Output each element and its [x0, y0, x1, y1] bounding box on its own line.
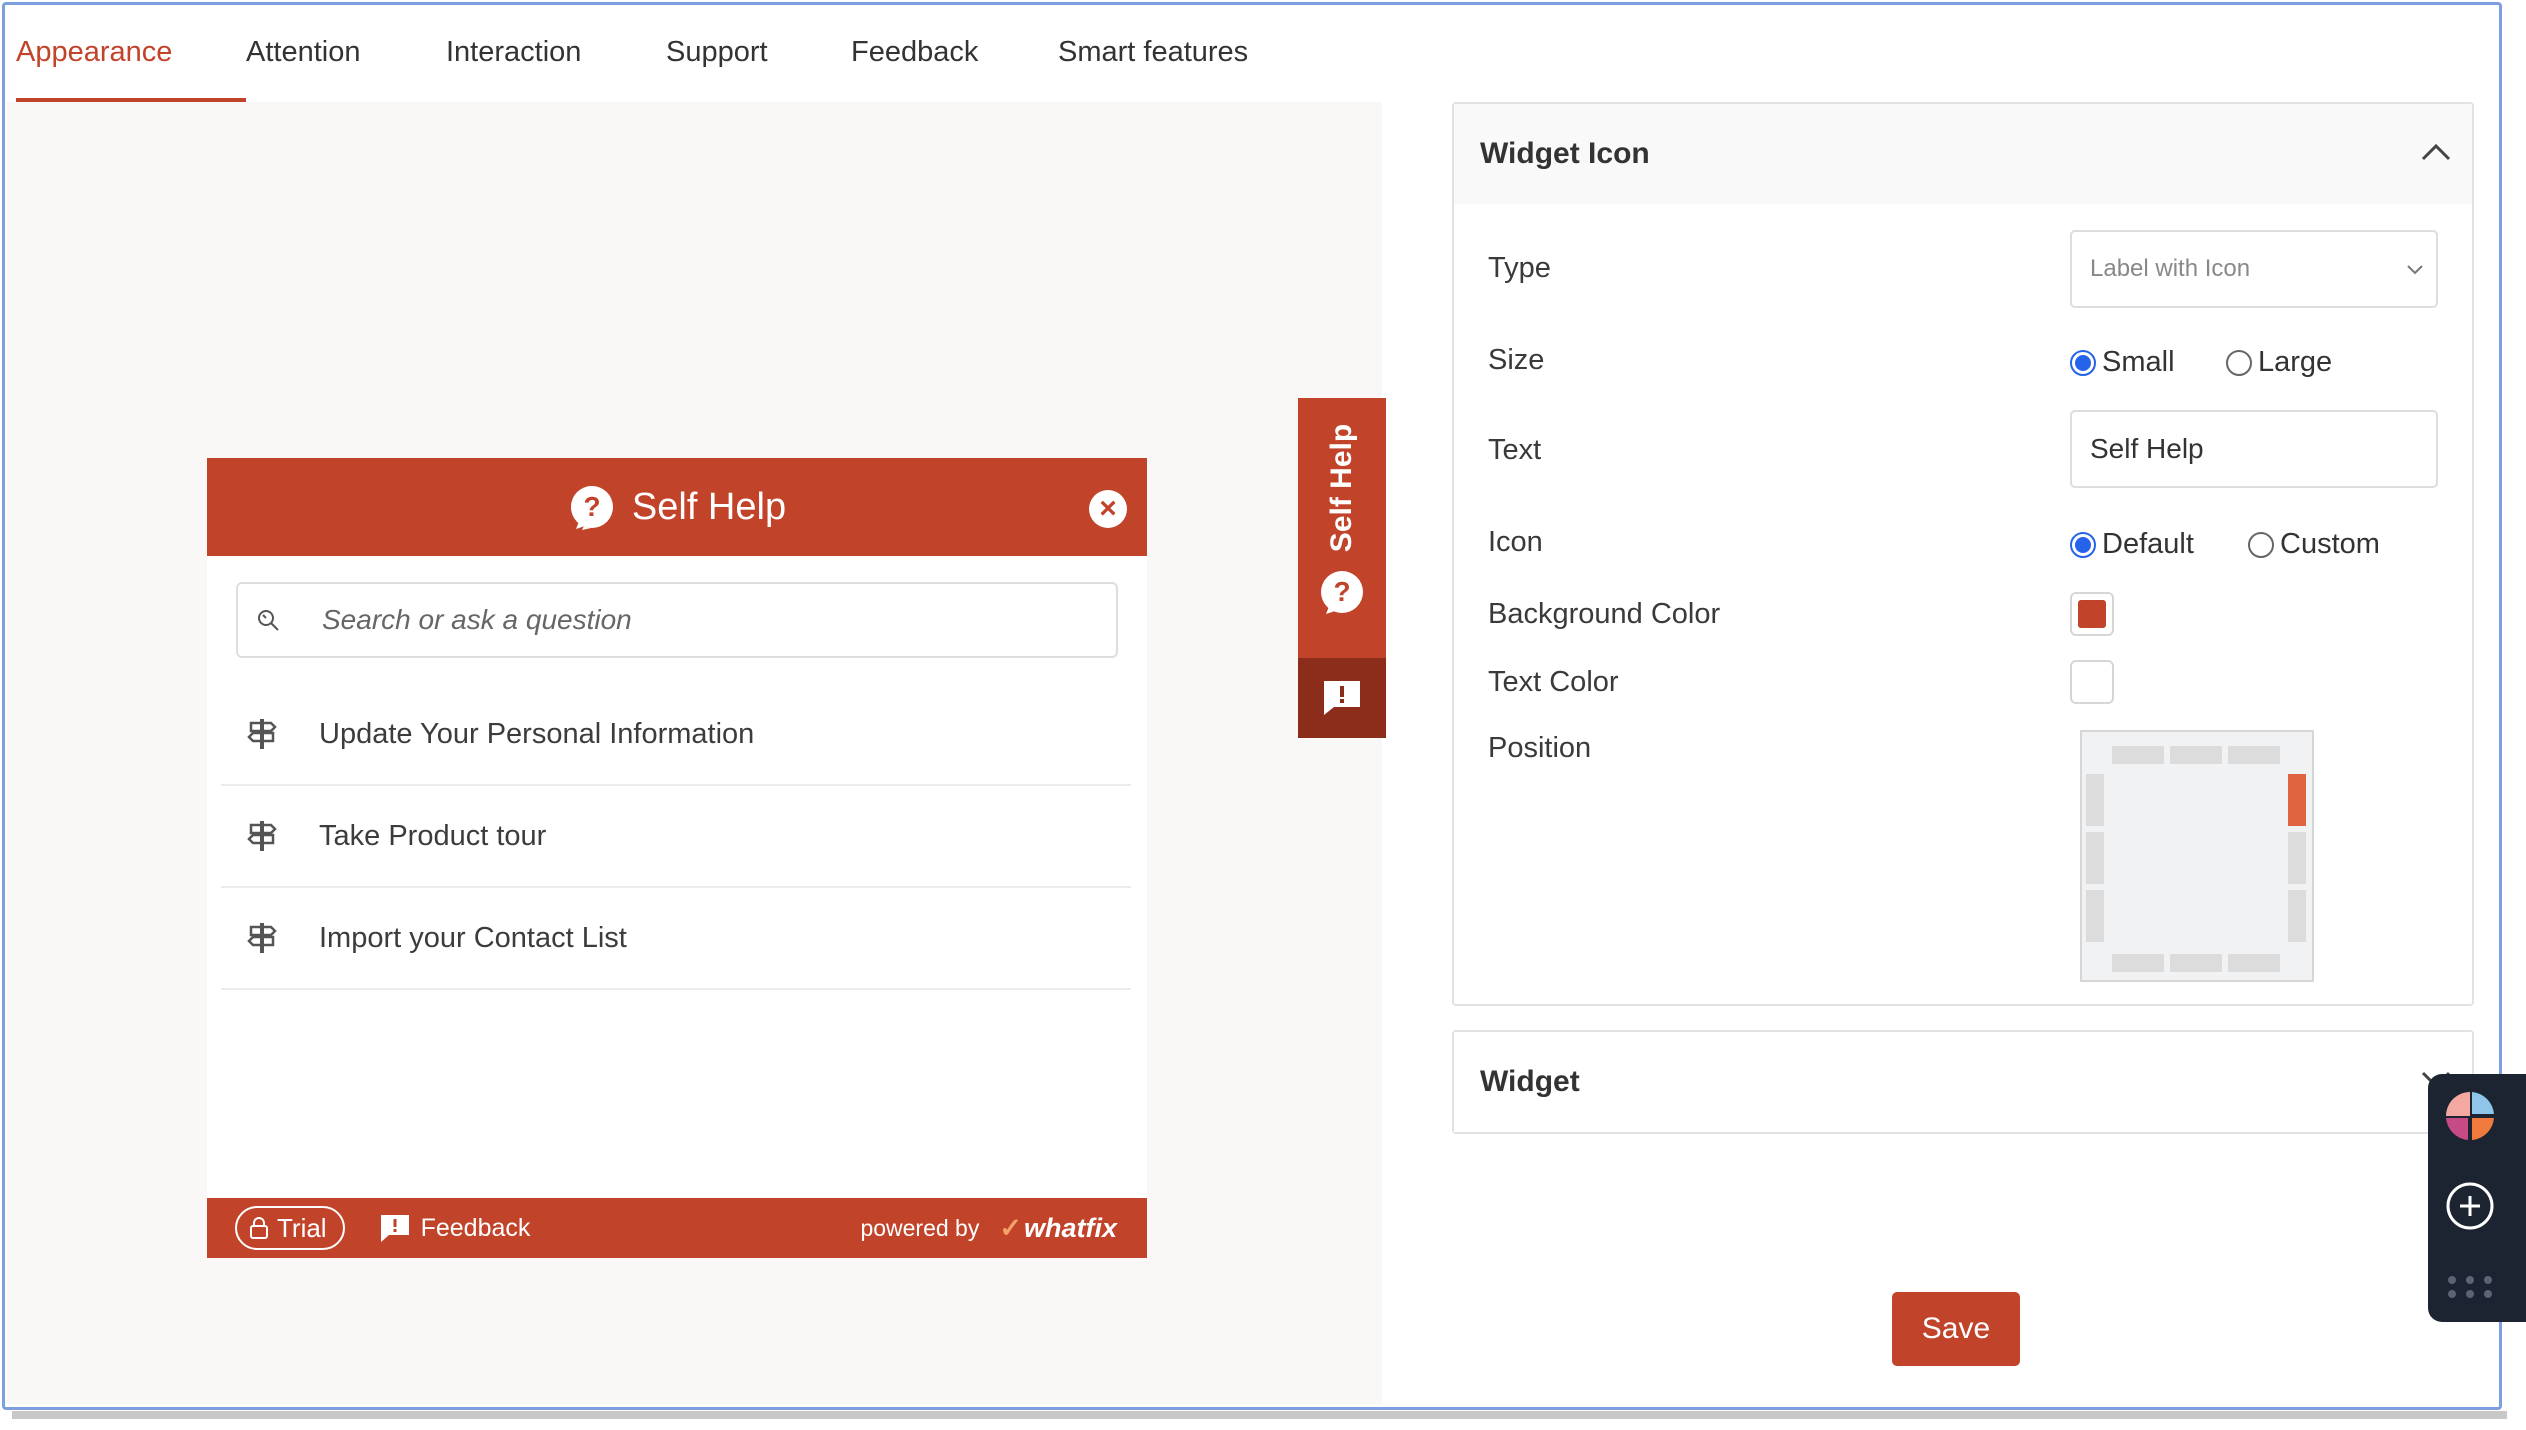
svg-text:?: ?: [583, 491, 600, 522]
section-title: Widget Icon: [1480, 137, 1650, 170]
list-item-label: Import your Contact List: [319, 921, 627, 954]
widget-icon-header[interactable]: Widget Icon: [1454, 104, 2472, 204]
self-help-list: Update Your Personal Information Take Pr…: [221, 684, 1131, 990]
position-left-bottom[interactable]: [2086, 890, 2104, 942]
radio-label: Custom: [2280, 528, 2380, 560]
position-label: Position: [1488, 732, 1592, 764]
feedback-link[interactable]: Feedback: [379, 1213, 531, 1243]
feedback-label: Feedback: [420, 1213, 531, 1242]
list-item[interactable]: Take Product tour: [221, 786, 1131, 888]
pie-chart-icon[interactable]: [2444, 1090, 2496, 1142]
position-picker: [2080, 730, 2314, 982]
text-label: Text: [1488, 434, 1542, 466]
position-right-middle[interactable]: [2288, 832, 2306, 884]
radio-label: Large: [2258, 346, 2333, 378]
self-help-footer: Trial Feedback powered by ✓ whatfix: [207, 1198, 1147, 1258]
radio-button[interactable]: [2070, 349, 2096, 376]
self-help-title: Self Help: [631, 485, 787, 528]
side-tab-label: Self Help: [1325, 423, 1358, 553]
list-item-label: Update Your Personal Information: [319, 717, 755, 750]
self-help-header: ? Self Help ×: [207, 458, 1147, 556]
lock-icon: [250, 1217, 268, 1239]
save-button[interactable]: Save: [1892, 1292, 2020, 1366]
position-left-top[interactable]: [2086, 774, 2104, 826]
tab-bar: Appearance Attention Interaction Support…: [16, 0, 1288, 104]
radio-button[interactable]: [2070, 531, 2096, 558]
search-icon: [258, 610, 279, 631]
radio-label: Default: [2102, 528, 2194, 560]
position-right-bottom[interactable]: [2288, 890, 2306, 942]
size-small-radio[interactable]: Small: [2070, 346, 2226, 379]
widget-header[interactable]: Widget: [1454, 1032, 2472, 1132]
type-label: Type: [1488, 252, 1551, 284]
tab-feedback[interactable]: Feedback: [851, 0, 1058, 104]
tab-attention[interactable]: Attention: [246, 0, 446, 104]
text-color-swatch[interactable]: [2070, 660, 2114, 704]
feedback-icon: [1324, 681, 1360, 715]
signpost-icon: [247, 821, 277, 851]
text-color-fill: [2078, 668, 2106, 696]
tab-appearance[interactable]: Appearance: [16, 0, 246, 104]
icon-label: Icon: [1488, 526, 1543, 558]
text-input[interactable]: Self Help: [2070, 410, 2438, 488]
tab-smart-features[interactable]: Smart features: [1058, 0, 1288, 104]
whatfix-logo: ✓ whatfix: [999, 1212, 1117, 1243]
self-help-side-tab[interactable]: Self Help ?: [1298, 398, 1386, 658]
help-bubble-icon: ?: [570, 486, 613, 530]
chevron-up-icon[interactable]: [2420, 142, 2452, 162]
position-right-top[interactable]: [2288, 774, 2306, 826]
position-bottom-right[interactable]: [2228, 954, 2280, 972]
position-left-middle[interactable]: [2086, 832, 2104, 884]
help-bubble-icon: ?: [1321, 571, 1363, 614]
radio-label: Small: [2102, 346, 2175, 378]
background-color-fill: [2078, 600, 2106, 628]
position-top-left[interactable]: [2112, 746, 2164, 764]
powered-by-text: powered by: [860, 1214, 980, 1241]
icon-radio-group: Default Custom: [2070, 528, 2380, 561]
signpost-icon: [247, 923, 277, 953]
trial-button[interactable]: Trial: [235, 1206, 345, 1250]
widget-preview-area: ? Self Help × Search or ask a question U…: [6, 102, 1386, 1404]
search-input[interactable]: [322, 604, 1082, 636]
widget-card: Widget: [1452, 1030, 2474, 1134]
close-icon[interactable]: ×: [1089, 490, 1127, 528]
feedback-icon: [380, 1215, 409, 1242]
tab-interaction[interactable]: Interaction: [446, 0, 666, 104]
svg-text:?: ?: [1333, 576, 1350, 607]
radio-button[interactable]: [2226, 349, 2252, 376]
tab-support[interactable]: Support: [666, 0, 851, 104]
background-color-swatch[interactable]: [2070, 592, 2114, 636]
floating-toolbar: [2428, 1074, 2526, 1322]
search-box: [236, 582, 1118, 658]
trial-label: Trial: [277, 1212, 327, 1243]
size-radio-group: Small Large: [2070, 346, 2332, 379]
list-item[interactable]: Import your Contact List: [221, 888, 1131, 990]
app-window: Appearance Attention Interaction Support…: [0, 0, 2526, 1430]
icon-custom-radio[interactable]: Custom: [2248, 528, 2380, 561]
drag-handle-icon[interactable]: [2442, 1272, 2498, 1302]
icon-default-radio[interactable]: Default: [2070, 528, 2248, 561]
size-large-radio[interactable]: Large: [2226, 346, 2332, 379]
size-label: Size: [1488, 344, 1545, 376]
add-circle-icon[interactable]: [2444, 1180, 2496, 1232]
text-color-label: Text Color: [1488, 666, 1619, 698]
window-shadow: [12, 1411, 2507, 1419]
powered-by: powered by ✓ whatfix: [860, 1213, 1117, 1244]
radio-button[interactable]: [2248, 531, 2274, 558]
position-bottom-center[interactable]: [2170, 954, 2222, 972]
widget-icon-card: Widget Icon Type Label with Icon Size Sm…: [1452, 102, 2474, 1006]
position-top-center[interactable]: [2170, 746, 2222, 764]
list-item-label: Take Product tour: [319, 819, 547, 852]
type-select[interactable]: Label with Icon: [2070, 230, 2438, 308]
chevron-down-icon: [2407, 265, 2423, 275]
side-feedback-button[interactable]: [1298, 658, 1386, 738]
position-bottom-left[interactable]: [2112, 954, 2164, 972]
list-item[interactable]: Update Your Personal Information: [221, 684, 1131, 786]
position-top-right[interactable]: [2228, 746, 2280, 764]
signpost-icon: [247, 719, 277, 749]
section-title: Widget: [1480, 1065, 1580, 1098]
type-select-value: Label with Icon: [2090, 255, 2251, 282]
background-color-label: Background Color: [1488, 598, 1721, 630]
self-help-panel: ? Self Help × Search or ask a question U…: [207, 458, 1147, 1258]
